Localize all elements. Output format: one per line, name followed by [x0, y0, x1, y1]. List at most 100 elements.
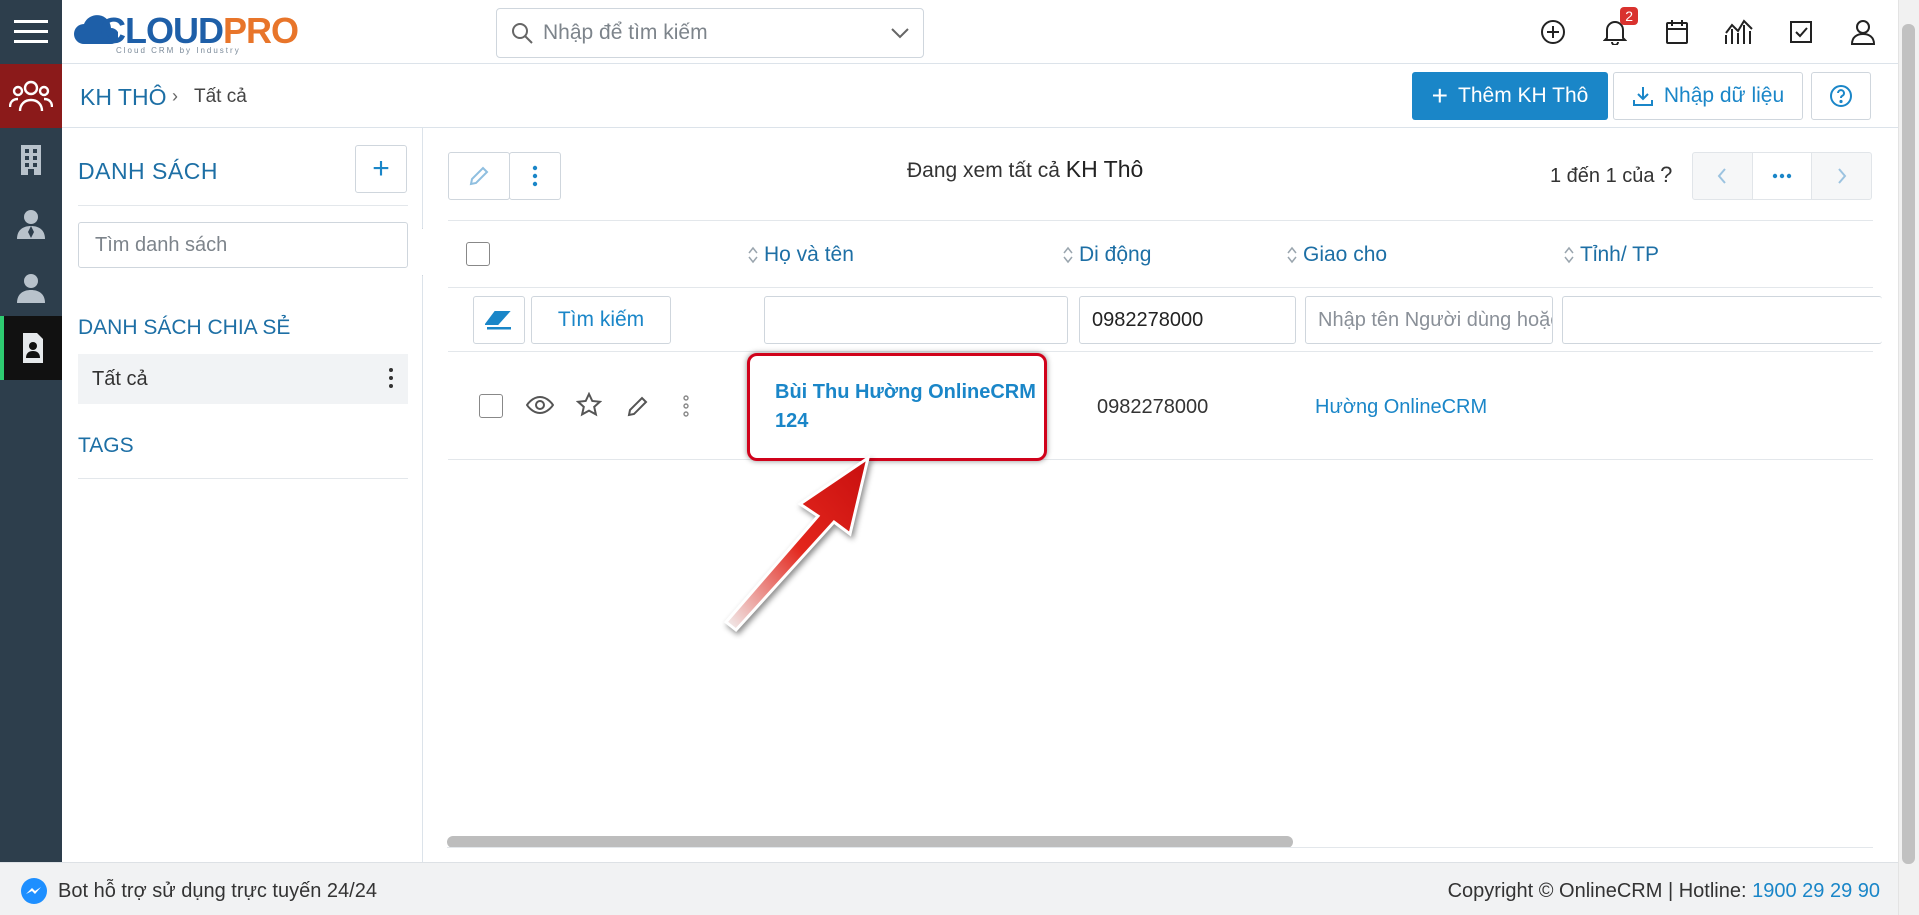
download-icon [1632, 87, 1653, 106]
kebab-icon[interactable] [388, 366, 394, 390]
user-icon[interactable] [1846, 15, 1880, 49]
more-actions-button[interactable] [509, 152, 561, 200]
help-button[interactable] [1811, 72, 1871, 120]
highlight-box [747, 353, 1047, 461]
filter-mobile-input[interactable]: 0982278000 [1079, 296, 1296, 344]
next-page-button[interactable] [1812, 153, 1871, 199]
filter-assignee-input[interactable]: Nhập tên Người dùng hoặc nhóm [1305, 296, 1553, 344]
calendar-icon[interactable] [1660, 15, 1694, 49]
table-header: Họ và tên Di động Giao cho Tỉnh/ TP [448, 220, 1873, 288]
eye-icon[interactable] [526, 395, 554, 415]
search-icon [512, 23, 533, 44]
checkbox-icon[interactable] [1784, 15, 1818, 49]
footer: Bot hỗ trợ sử dụng trực tuyến 24/24 Copy… [0, 862, 1898, 915]
lead-card-icon[interactable] [0, 316, 62, 380]
sort-icon [1287, 246, 1297, 264]
list-search-input[interactable]: Tìm danh sách [78, 222, 408, 268]
plus-icon: + [1431, 80, 1449, 111]
vertical-scrollbar[interactable] [1898, 0, 1919, 915]
menu-icon[interactable] [0, 0, 62, 64]
pager-range: 1 đến 1 của [1550, 165, 1655, 187]
hotline-link[interactable]: 1900 29 29 90 [1752, 880, 1880, 902]
lists-title: DANH SÁCH [78, 158, 218, 184]
divider [78, 205, 408, 206]
filter-province-input[interactable] [1562, 296, 1882, 344]
help-icon [1830, 85, 1852, 107]
add-lead-button[interactable]: + Thêm KH Thô [1412, 72, 1608, 120]
column-label: Giao cho [1303, 243, 1388, 266]
pager-total-unknown[interactable]: ? [1660, 162, 1672, 187]
logo-brand-a: CLOUD [100, 10, 224, 51]
ellipsis-icon [1772, 173, 1792, 179]
filter-assignee-placeholder: Nhập tên Người dùng hoặc nhóm [1318, 308, 1552, 331]
pager [1692, 152, 1872, 200]
contact-icon[interactable] [0, 192, 62, 256]
clear-filter-button[interactable] [473, 296, 525, 344]
column-header-mobile[interactable]: Di động [1063, 243, 1151, 267]
logo-brand-b: PRO [223, 10, 299, 51]
sort-icon [1564, 246, 1574, 264]
list-search-placeholder: Tìm danh sách [95, 233, 228, 256]
left-rail [0, 0, 62, 862]
add-circle-icon[interactable] [1536, 15, 1570, 49]
shared-lists-title: DANH SÁCH CHIA SẺ [78, 316, 291, 339]
copyright-label: Copyright © OnlineCRM | Hotline: [1447, 880, 1753, 902]
list-item-label: Tất cả [92, 367, 148, 390]
lead-mobile-cell: 0982278000 [1097, 396, 1209, 418]
chart-icon[interactable] [1722, 15, 1756, 49]
list-sidebar: DANH SÁCH + Tìm danh sách DANH SÁCH CHIA… [62, 128, 423, 862]
select-all-checkbox[interactable] [466, 242, 490, 266]
pencil-icon [469, 166, 489, 186]
support-bot-link[interactable]: Bot hỗ trợ sử dụng trực tuyến 24/24 [20, 877, 377, 905]
pager-text: 1 đến 1 của ? [1550, 162, 1672, 188]
breadcrumb-bar: KH THÔ › Tất cả + Thêm KH Thô Nhập dữ li… [62, 64, 1898, 128]
global-search-input[interactable]: Nhập để tìm kiếm [496, 8, 924, 58]
column-header-name[interactable]: Họ và tên [748, 243, 854, 267]
import-data-button[interactable]: Nhập dữ liệu [1613, 72, 1803, 120]
breadcrumb-module[interactable]: KH THÔ [80, 84, 166, 111]
search-placeholder: Nhập để tìm kiếm [543, 21, 708, 44]
bell-icon[interactable]: 2 [1598, 7, 1638, 49]
top-icons: 2 [1536, 0, 1880, 64]
divider [447, 847, 1873, 848]
building-icon[interactable] [0, 128, 62, 192]
column-header-province[interactable]: Tỉnh/ TP [1564, 243, 1659, 267]
chevron-right-icon: › [172, 86, 178, 106]
top-bar: CLOUDPRO Cloud CRM by Industry Nhập để t… [62, 0, 1898, 64]
viewing-prefix: Đang xem tất cả [907, 159, 1060, 182]
viewing-caption: Đang xem tất cả KH Thô [907, 156, 1143, 183]
mass-edit-button[interactable] [448, 152, 510, 200]
pencil-icon[interactable] [626, 394, 650, 418]
vertical-scrollbar-thumb[interactable] [1902, 24, 1915, 864]
sort-icon [1063, 246, 1073, 264]
column-label: Họ và tên [764, 243, 854, 266]
customers-icon[interactable] [0, 64, 62, 128]
filter-search-button[interactable]: Tìm kiếm [531, 296, 671, 344]
kebab-icon[interactable] [683, 394, 689, 418]
divider [78, 478, 408, 479]
chevron-left-icon [1718, 168, 1727, 184]
prev-page-button[interactable] [1693, 153, 1752, 199]
row-checkbox[interactable] [479, 394, 503, 418]
column-header-assignee[interactable]: Giao cho [1287, 243, 1387, 267]
messenger-icon [21, 878, 47, 904]
filter-name-input[interactable] [764, 296, 1068, 344]
cloudpro-logo[interactable]: CLOUDPRO Cloud CRM by Industry [72, 6, 299, 56]
chevron-right-icon [1837, 168, 1846, 184]
breadcrumb-current: Tất cả [194, 86, 247, 107]
add-lead-label: Thêm KH Thô [1458, 84, 1589, 107]
copyright-text: Copyright © OnlineCRM | Hotline: 1900 29… [1448, 880, 1880, 903]
chevron-down-icon[interactable] [891, 27, 909, 39]
list-item-all[interactable]: Tất cả [78, 354, 408, 404]
annotation-arrow-icon [723, 454, 871, 633]
import-data-label: Nhập dữ liệu [1663, 84, 1785, 107]
logo-tagline: Cloud CRM by Industry [116, 46, 241, 55]
person-icon[interactable] [0, 256, 62, 320]
plus-icon: + [372, 152, 390, 185]
list-view: Đang xem tất cả KH Thô 1 đến 1 của ? Họ … [423, 128, 1898, 862]
page-jump-button[interactable] [1751, 153, 1813, 199]
column-label: Tỉnh/ TP [1580, 243, 1659, 266]
add-list-button[interactable]: + [355, 145, 407, 193]
lead-assignee-link[interactable]: Hường OnlineCRM [1315, 396, 1487, 419]
star-icon[interactable] [576, 392, 602, 418]
